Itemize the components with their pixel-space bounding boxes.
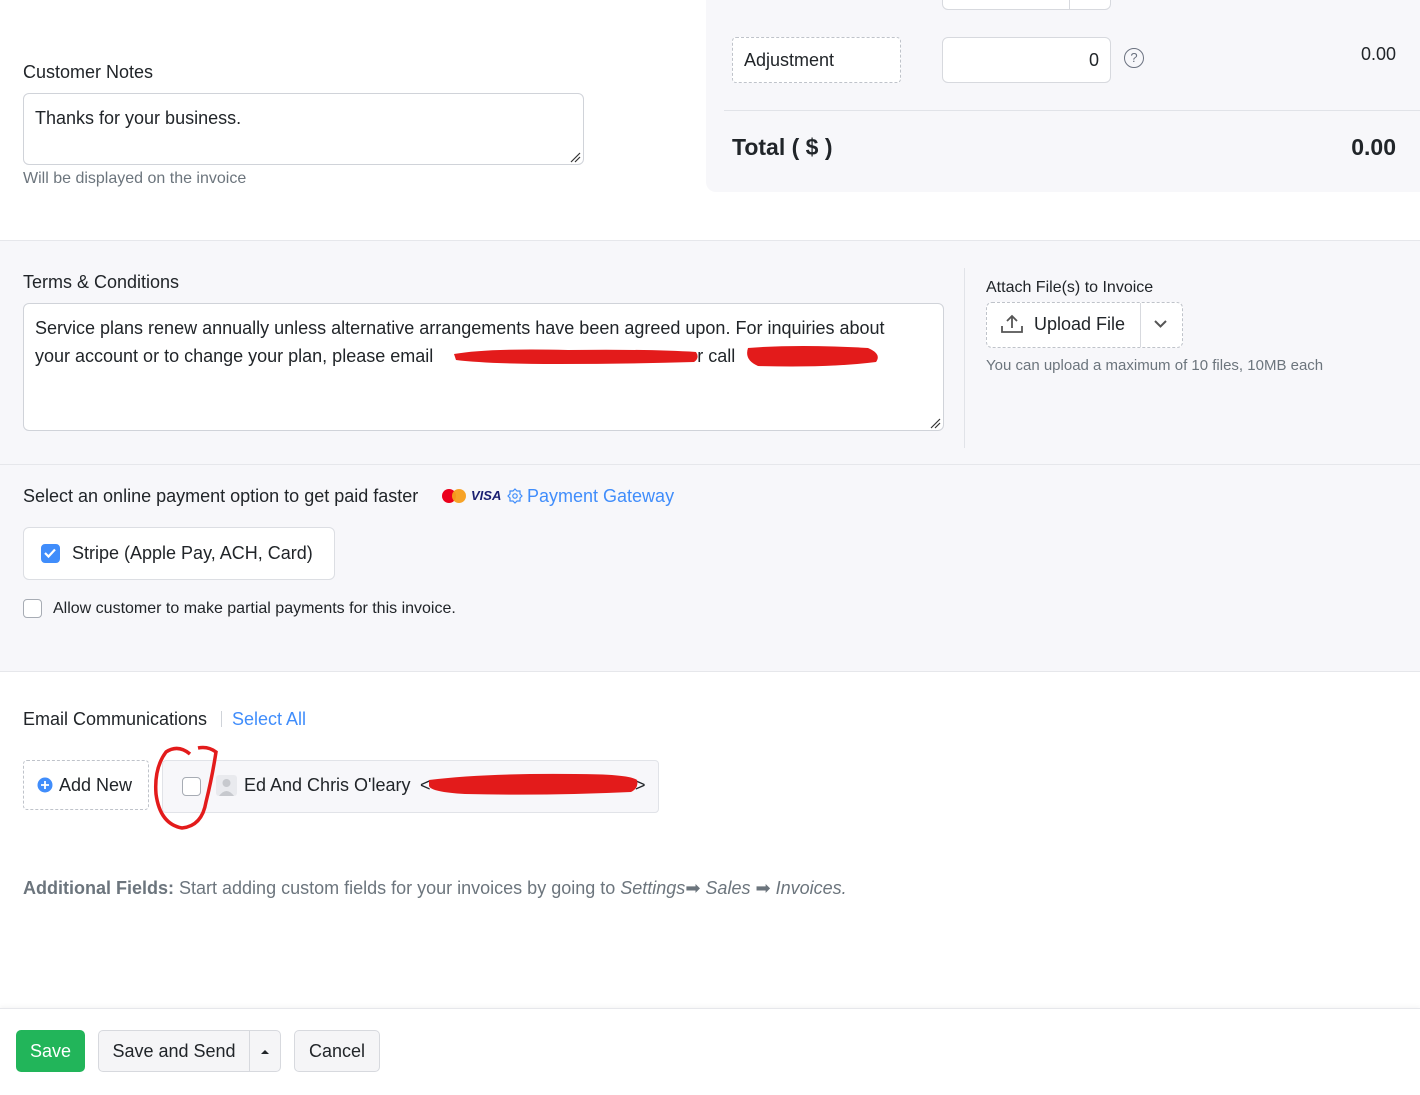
payment-gateway-link[interactable]: Payment Gateway xyxy=(527,486,674,507)
add-new-label: Add New xyxy=(59,775,133,795)
stripe-label: Stripe (Apple Pay, ACH, Card) xyxy=(72,543,313,563)
terms-line-2a: your account or to change your plan, ple… xyxy=(35,346,434,366)
customer-notes-label: Customer Notes xyxy=(23,62,154,82)
select-all-link[interactable]: Select All xyxy=(232,709,306,730)
total-value: 0.00 xyxy=(1351,134,1396,160)
sales-path: Sales xyxy=(705,878,751,898)
discount-input[interactable] xyxy=(942,0,1111,10)
help-icon[interactable]: ? xyxy=(1124,48,1144,68)
totals-divider xyxy=(724,110,1420,111)
upload-icon xyxy=(1001,314,1023,333)
totals-panel xyxy=(706,0,1420,192)
label-separator xyxy=(221,711,222,727)
total-label: Total ( $ ) xyxy=(732,134,833,160)
additional-fields-text: Start adding custom fields for your invo… xyxy=(179,878,616,898)
contact-name: Ed And Chris O'leary xyxy=(244,775,411,795)
save-and-send-button[interactable]: Save and Send xyxy=(98,1030,250,1072)
checkmark-icon xyxy=(44,548,56,559)
section-divider xyxy=(0,464,1420,465)
save-options-dropdown[interactable] xyxy=(249,1030,281,1072)
vertical-divider xyxy=(964,268,965,448)
adjustment-value: 0.00 xyxy=(1360,44,1396,64)
settings-path: Settings xyxy=(620,878,686,898)
additional-fields-label: Additional Fields: xyxy=(23,878,174,898)
email-communications-label: Email Communications xyxy=(23,709,208,729)
upload-file-label: Upload File xyxy=(1034,314,1126,334)
caret-up-icon xyxy=(261,1050,269,1054)
customer-notes-text: Thanks for your business. xyxy=(35,108,242,128)
arrow-icon: ➡ xyxy=(685,878,701,898)
redaction-mark xyxy=(429,773,638,795)
customer-notes-hint: Will be displayed on the invoice xyxy=(23,170,247,187)
resize-grip-icon[interactable] xyxy=(569,151,581,163)
gear-icon[interactable] xyxy=(507,488,523,504)
additional-fields-note: Additional Fields: Start adding custom f… xyxy=(23,878,847,899)
partial-payment-label: Allow customer to make partial payments … xyxy=(53,600,456,617)
adjustment-input[interactable]: 0 xyxy=(942,37,1111,83)
plus-circle-icon xyxy=(37,777,53,793)
attach-files-label: Attach File(s) to Invoice xyxy=(986,279,1154,296)
save-button[interactable]: Save xyxy=(16,1030,85,1072)
cancel-button[interactable]: Cancel xyxy=(294,1030,380,1072)
mastercard-icon xyxy=(442,489,466,503)
discount-input-divider xyxy=(1069,0,1070,10)
adjustment-label-field[interactable]: Adjustment xyxy=(732,37,901,83)
partial-payment-checkbox[interactable] xyxy=(23,599,42,618)
payment-option-prompt: Select an online payment option to get p… xyxy=(23,486,419,506)
redaction-mark xyxy=(454,346,878,367)
resize-grip-icon[interactable] xyxy=(929,417,941,429)
invoices-path: Invoices. xyxy=(775,878,847,898)
terms-label: Terms & Conditions xyxy=(23,272,180,292)
terms-line-1: Service plans renew annually unless alte… xyxy=(35,318,885,338)
customer-notes-textarea[interactable]: Thanks for your business. xyxy=(23,93,584,165)
upload-button-divider xyxy=(1140,303,1141,347)
visa-icon: VISA xyxy=(471,488,502,503)
arrow-icon: ➡ xyxy=(755,878,771,898)
annotation-circle xyxy=(153,745,218,830)
upload-hint: You can upload a maximum of 10 files, 10… xyxy=(986,357,1324,374)
chevron-down-icon[interactable] xyxy=(1153,318,1168,330)
stripe-checkbox[interactable] xyxy=(41,544,60,563)
